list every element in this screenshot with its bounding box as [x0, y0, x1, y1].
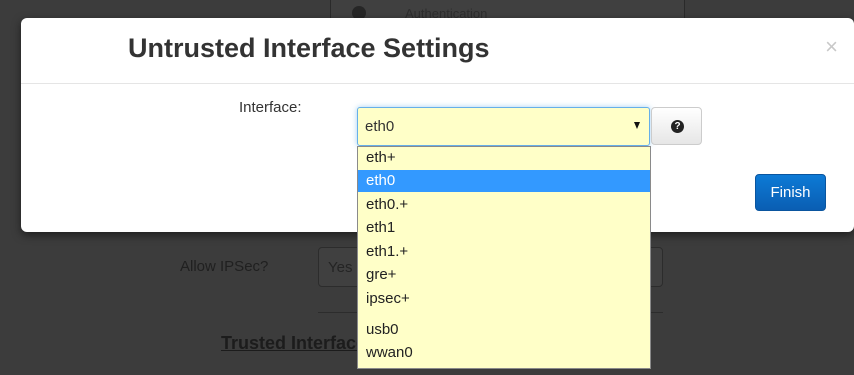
- allow-ipsec-label: Allow IPSec?: [180, 258, 269, 275]
- dropdown-option[interactable]: usb0: [358, 319, 650, 341]
- dropdown-option[interactable]: ipsec+: [358, 288, 650, 310]
- dropdown-option[interactable]: eth0.+: [358, 194, 650, 216]
- interface-select[interactable]: eth0: [357, 107, 650, 146]
- modal-header: Untrusted Interface Settings ×: [21, 18, 854, 84]
- help-button[interactable]: ?: [651, 107, 702, 145]
- finish-button[interactable]: Finish: [755, 174, 826, 211]
- modal-title: Untrusted Interface Settings: [128, 33, 490, 63]
- dropdown-option[interactable]: eth1.+: [358, 241, 650, 263]
- interface-select-value: eth0: [365, 118, 395, 135]
- dropdown-option[interactable]: gre+: [358, 264, 650, 286]
- dropdown-option[interactable]: eth1: [358, 217, 650, 239]
- dropdown-option[interactable]: eth+: [358, 147, 650, 169]
- dropdown-option[interactable]: wwan0: [358, 342, 650, 364]
- dropdown-option-selected[interactable]: eth0: [358, 170, 650, 192]
- allow-ipsec-value: Yes: [328, 259, 353, 276]
- question-circle-icon: ?: [671, 120, 684, 133]
- close-icon[interactable]: ×: [825, 36, 838, 58]
- interface-dropdown-list[interactable]: eth+ eth0 eth0.+ eth1 eth1.+ gre+ ipsec+…: [357, 146, 651, 369]
- interface-label: Interface:: [239, 99, 302, 116]
- chevron-down-icon: [634, 122, 640, 129]
